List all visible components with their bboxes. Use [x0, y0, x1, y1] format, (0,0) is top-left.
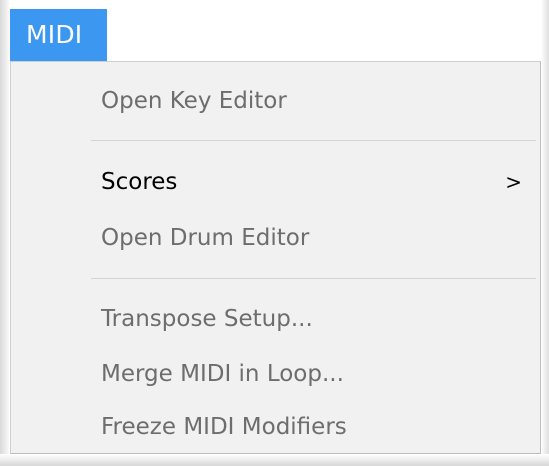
- menu-item-label: Merge MIDI in Loop...: [101, 361, 344, 387]
- menu-item-label: Scores: [101, 169, 178, 195]
- menu-item-open-key-editor[interactable]: Open Key Editor: [11, 76, 540, 126]
- menu-separator: [91, 278, 536, 279]
- menu-item-open-drum-editor[interactable]: Open Drum Editor: [11, 213, 540, 263]
- menu-item-label: Freeze MIDI Modifiers: [101, 414, 347, 440]
- menu-shadow-left: [0, 0, 10, 466]
- menu-screenshot: MIDI Open Key Editor Scores > Open Drum …: [0, 0, 549, 466]
- menu-item-merge-midi-in-loop[interactable]: Merge MIDI in Loop...: [11, 349, 540, 399]
- menu-item-label: Transpose Setup...: [101, 306, 313, 332]
- menu-shadow-bottom: [0, 454, 549, 466]
- chevron-right-icon: >: [505, 170, 522, 194]
- menu-item-label: Open Key Editor: [101, 88, 287, 114]
- menu-item-transpose-setup[interactable]: Transpose Setup...: [11, 294, 540, 344]
- menu-item-label: Open Drum Editor: [101, 225, 310, 251]
- menu-shadow-right: [541, 0, 549, 466]
- midi-dropdown-menu: Open Key Editor Scores > Open Drum Edito…: [10, 61, 541, 454]
- midi-menu-title[interactable]: MIDI: [10, 9, 107, 61]
- menu-item-scores[interactable]: Scores >: [11, 157, 540, 207]
- menu-item-freeze-midi-modifiers[interactable]: Freeze MIDI Modifiers: [11, 402, 540, 452]
- menu-separator: [91, 140, 536, 141]
